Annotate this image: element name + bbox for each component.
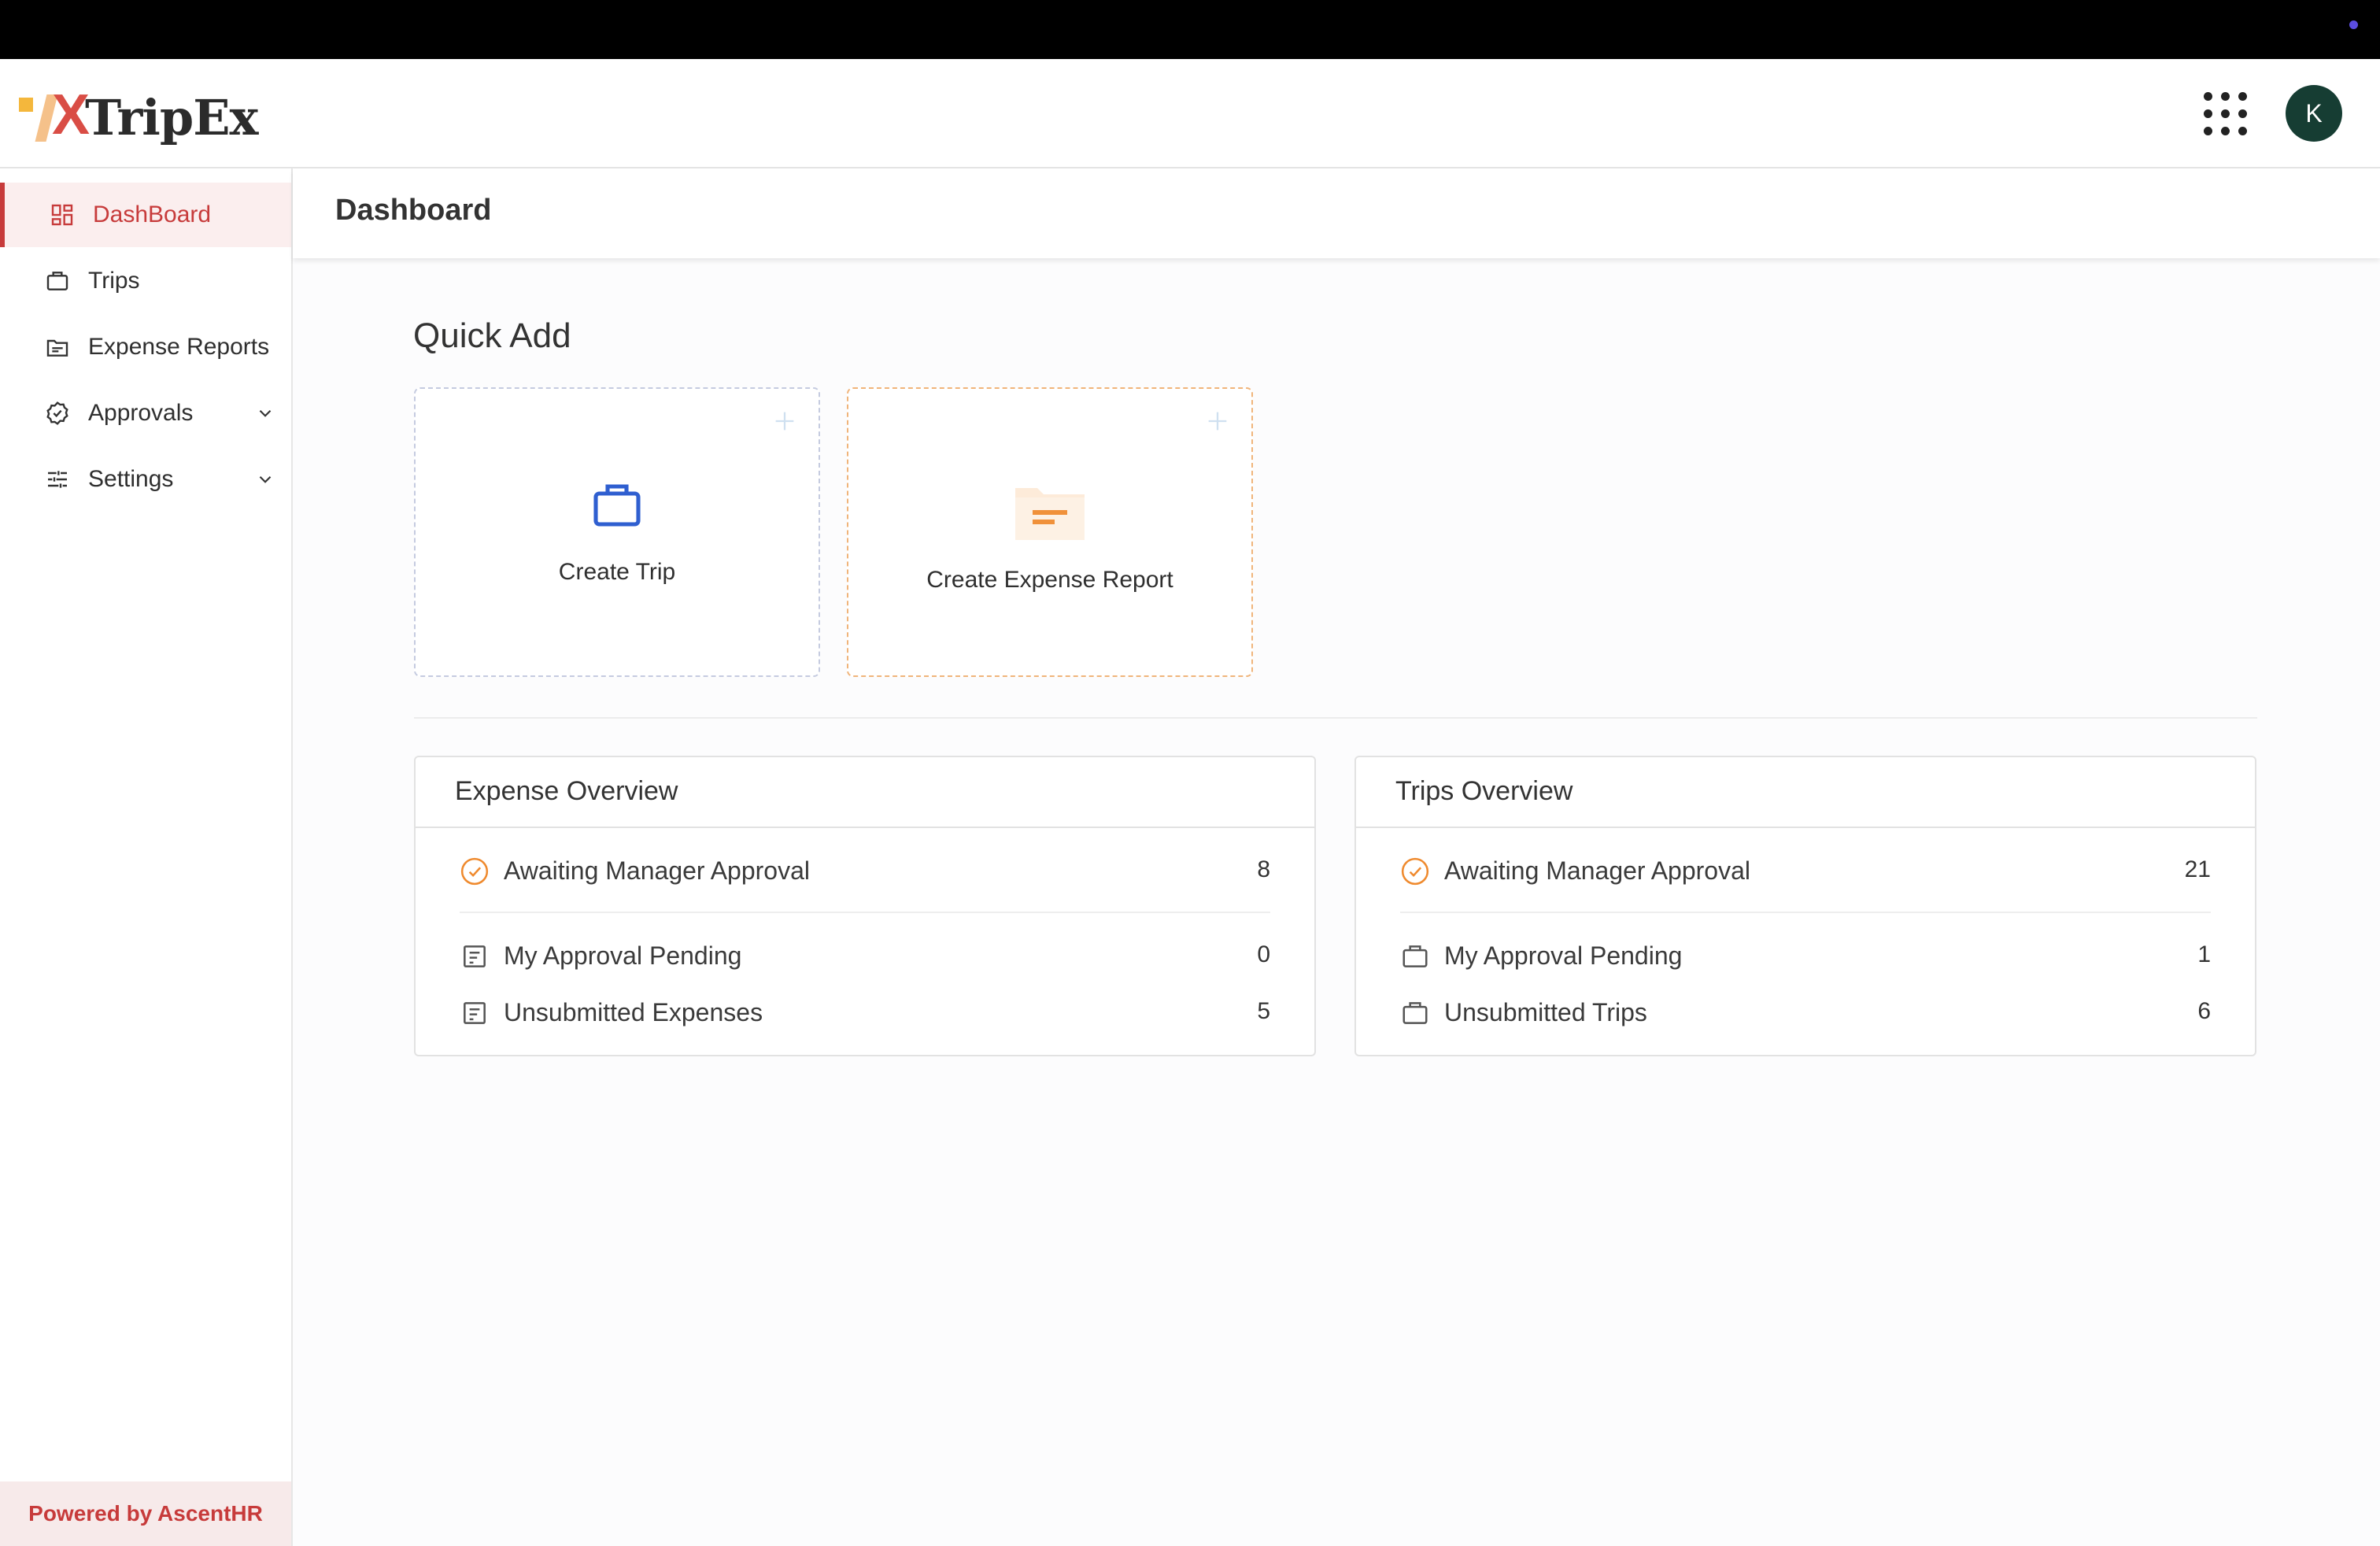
row-label: Unsubmitted Trips [1444,998,1647,1026]
document-icon [460,941,490,971]
check-circle-icon [1400,856,1430,886]
logo-mark-icon: X [17,87,90,145]
plus-icon [771,408,798,435]
app-header: X TripEx K [0,59,2380,168]
row-divider [460,912,1270,913]
expense-overview-card: Expense Overview Awaiting Manager Approv… [414,756,1316,1056]
row-divider [1400,912,2211,913]
avatar[interactable]: K [2286,85,2342,142]
trips-overview-card: Trips Overview Awaiting Manager Approval… [1354,756,2256,1056]
row-count: 0 [1257,941,1270,967]
avatar-initial: K [2305,98,2323,128]
section-divider [414,717,2257,719]
sidebar-item-expense-reports[interactable]: Expense Reports [0,315,291,379]
briefcase-icon [44,268,71,294]
row-count: 5 [1257,998,1270,1024]
folder-icon [1014,482,1086,546]
create-expense-report-label: Create Expense Report [926,567,1173,593]
row-count: 1 [2197,941,2211,967]
chevron-down-icon[interactable] [255,403,275,423]
list-item[interactable]: Unsubmitted Expenses 5 [460,989,1270,1036]
list-item[interactable]: My Approval Pending 1 [1400,932,2211,979]
briefcase-icon [589,477,645,538]
system-top-bar [0,0,2380,59]
sidebar-item-label: Trips [88,268,140,294]
badge-check-icon [44,400,71,427]
row-label: Awaiting Manager Approval [1444,856,1750,885]
sidebar-item-trips[interactable]: Trips [0,249,291,313]
powered-by-link[interactable]: Powered by AscentHR [0,1481,291,1546]
sliders-icon [44,466,71,493]
expense-overview-title: Expense Overview [455,776,678,806]
quick-add-title: Quick Add [413,316,571,355]
create-trip-card[interactable]: Create Trip [414,387,820,677]
trips-overview-title: Trips Overview [1395,776,1573,806]
check-circle-icon [460,856,490,886]
app-name: TripEx [85,89,258,146]
list-item[interactable]: My Approval Pending 0 [460,932,1270,979]
status-dot [2349,20,2358,29]
sidebar-item-dashboard[interactable]: DashBoard [0,183,291,247]
sidebar-item-label: DashBoard [93,202,212,227]
app-logo[interactable]: X TripEx [17,87,258,146]
dashboard-icon [49,202,76,228]
create-trip-label: Create Trip [558,559,676,585]
page-title: Dashboard [335,194,492,227]
plus-icon [1204,408,1231,435]
apps-grid-icon[interactable] [2204,92,2248,136]
folder-icon [44,334,71,361]
create-expense-report-card[interactable]: Create Expense Report [847,387,1253,677]
row-count: 8 [1257,856,1270,882]
row-label: My Approval Pending [504,941,742,970]
briefcase-icon [1400,998,1430,1028]
chevron-down-icon[interactable] [255,469,275,490]
sidebar-item-label: Expense Reports [88,334,270,360]
briefcase-icon [1400,941,1430,971]
sidebar-item-label: Settings [88,466,174,492]
sidebar-item-label: Approvals [88,400,194,426]
row-label: My Approval Pending [1444,941,1683,970]
sidebar-item-approvals[interactable]: Approvals [0,381,291,446]
list-item[interactable]: Awaiting Manager Approval 8 [460,847,1270,894]
list-item[interactable]: Awaiting Manager Approval 21 [1400,847,2211,894]
row-label: Unsubmitted Expenses [504,998,763,1026]
sidebar-item-settings[interactable]: Settings [0,447,291,512]
row-count: 6 [2197,998,2211,1024]
sidebar: DashBoard Trips Expense Reports Approval… [0,168,293,1546]
row-count: 21 [2184,856,2211,882]
document-icon [460,998,490,1028]
list-item[interactable]: Unsubmitted Trips 6 [1400,989,2211,1036]
page-header: Dashboard [293,168,2380,258]
row-label: Awaiting Manager Approval [504,856,810,885]
